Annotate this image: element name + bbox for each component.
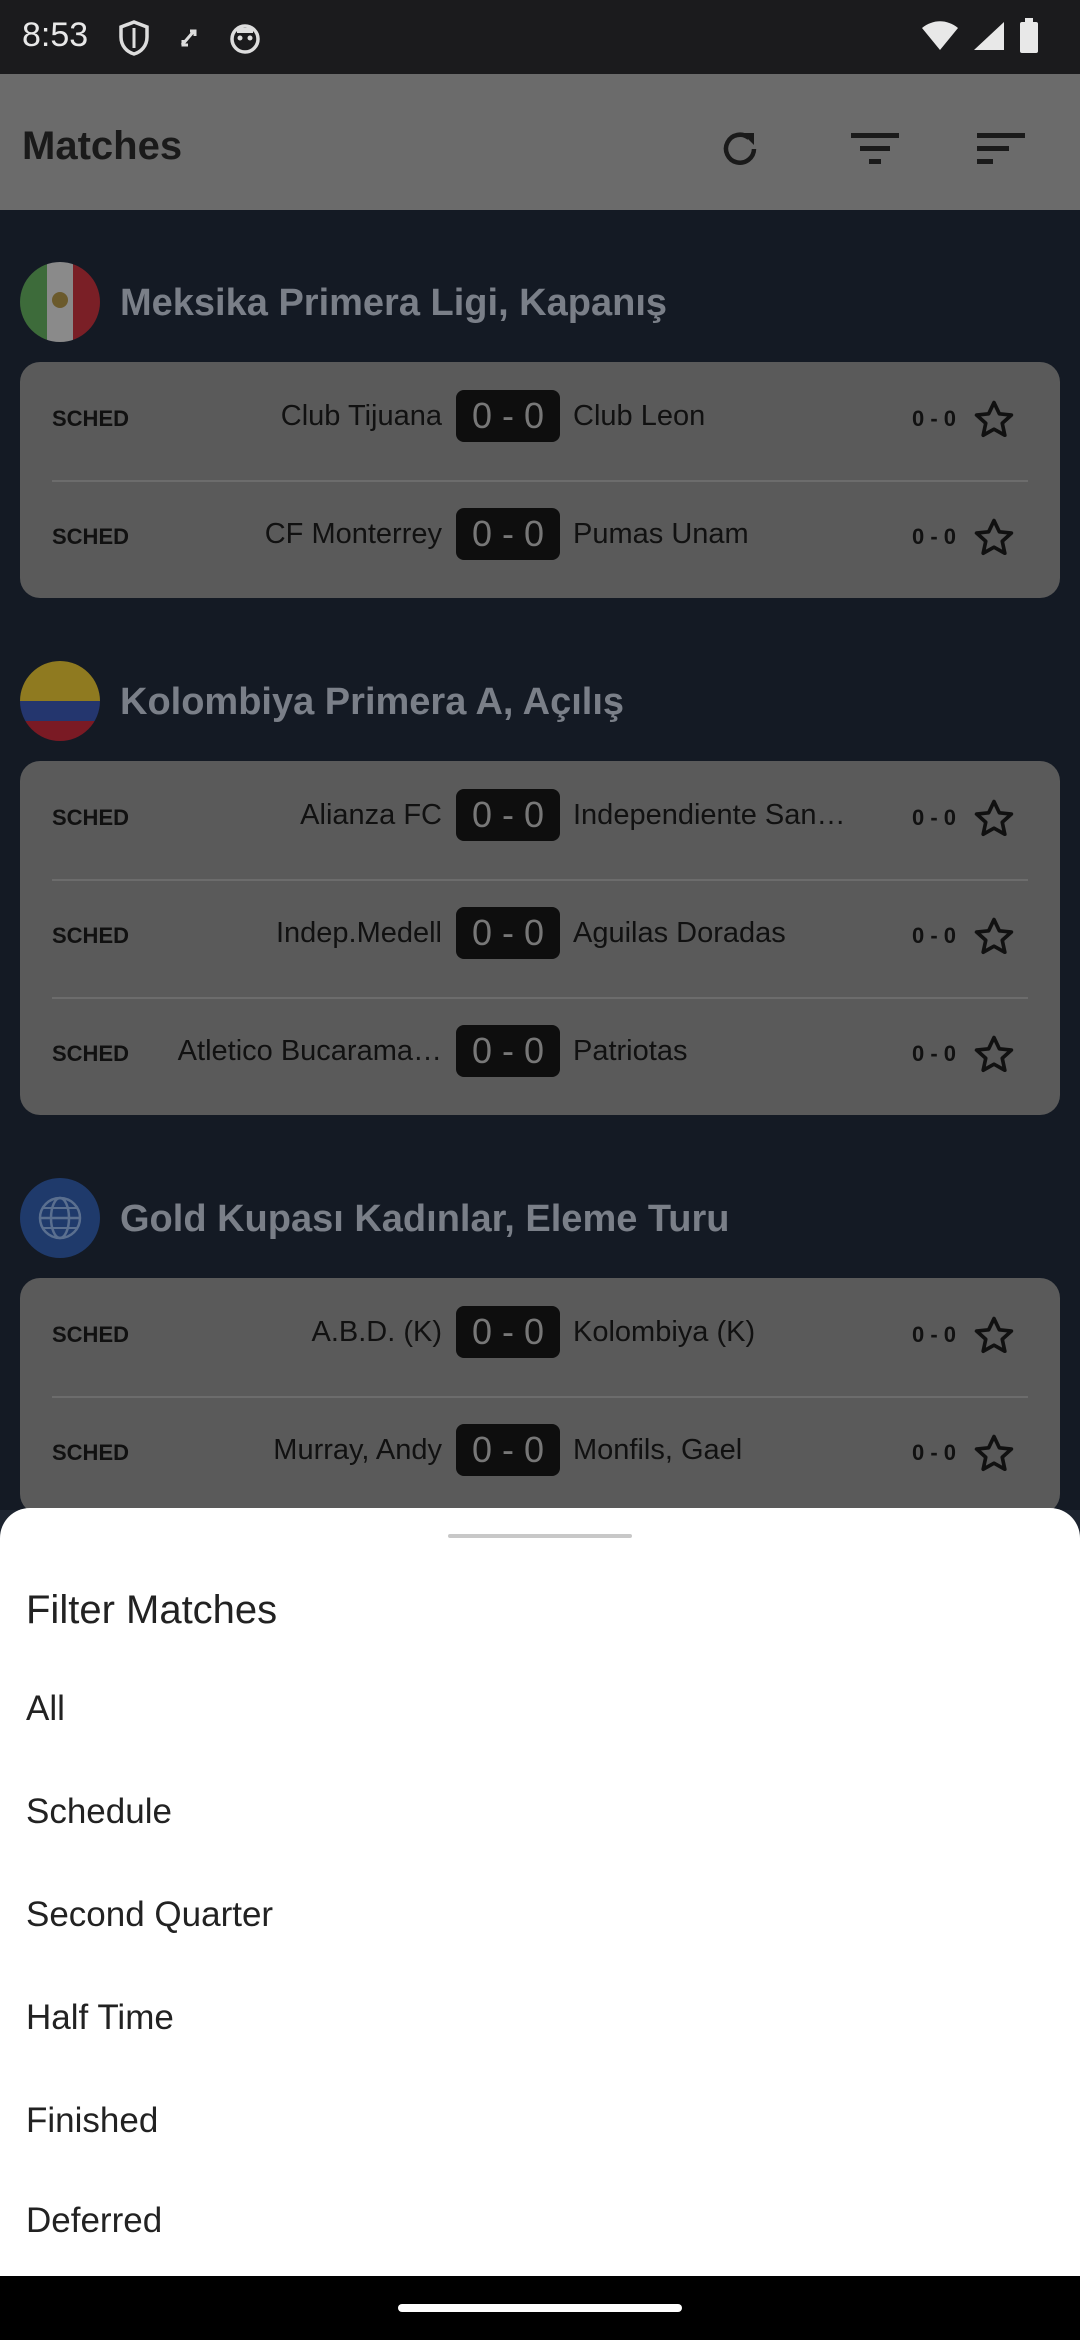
league-name: Meksika Primera Ligi, Kapanış (120, 282, 668, 324)
away-team: Kolombiya (K) (573, 1316, 756, 1348)
sort-icon (977, 133, 1025, 164)
page-title: Matches (22, 124, 183, 168)
score-badge: 0 - 0 (456, 1025, 560, 1077)
app-bar: Matches (0, 74, 1080, 210)
refresh-button[interactable] (705, 114, 775, 184)
match-row[interactable]: SCHED Indep.Medell 0 - 0 Aguilas Doradas… (20, 879, 1060, 997)
mini-score: 0 - 0 (912, 406, 957, 431)
home-team: Atletico Bucarama… (177, 1035, 442, 1067)
score-badge: 0 - 0 (456, 508, 560, 560)
away-team: Independiente San… (573, 799, 846, 831)
shield-icon (119, 20, 149, 56)
home-team: Murray, Andy (273, 1434, 442, 1466)
home-gesture-handle[interactable] (398, 2304, 682, 2312)
navigation-bar (0, 2276, 1080, 2340)
home-team: Indep.Medell (275, 917, 442, 949)
sort-button[interactable] (966, 114, 1036, 184)
filter-option-label: Schedule (26, 1792, 172, 1831)
mini-score: 0 - 0 (912, 1322, 957, 1347)
match-row[interactable]: SCHED Atletico Bucarama… 0 - 0 Patriotas… (20, 997, 1060, 1115)
matches-card: SCHED Club Tijuana 0 - 0 Club Leon 0 - 0… (20, 362, 1060, 598)
match-status: SCHED (52, 406, 130, 431)
league-header[interactable]: Gold Kupası Kadınlar, Eleme Turu (0, 1170, 1080, 1258)
battery-icon (1020, 18, 1038, 53)
filter-option-schedule[interactable]: Schedule (0, 1764, 1080, 1867)
sync-icon (180, 29, 197, 47)
match-row[interactable]: SCHED CF Monterrey 0 - 0 Pumas Unam 0 - … (20, 480, 1060, 598)
away-team: Pumas Unam (573, 518, 749, 550)
away-team: Patriotas (573, 1035, 688, 1067)
score-badge: 0 - 0 (456, 907, 560, 959)
mini-score: 0 - 0 (912, 524, 957, 549)
mini-score: 0 - 0 (912, 923, 957, 948)
star-icon[interactable] (972, 1314, 1016, 1358)
colombia-flag-icon (20, 661, 100, 741)
filter-option-deferred[interactable]: Deferred (0, 2173, 1080, 2276)
status-bar: 8:53 (0, 0, 1080, 74)
league-header[interactable]: Meksika Primera Ligi, Kapanış (0, 254, 1080, 342)
league-section: Meksika Primera Ligi, Kapanış SCHED Club… (0, 254, 1080, 598)
filter-option-label: Deferred (26, 2201, 163, 2240)
home-team: Alianza FC (300, 799, 442, 831)
mexico-flag-icon (20, 262, 100, 342)
match-status: SCHED (52, 1322, 130, 1347)
globe-icon (20, 1178, 100, 1258)
match-status: SCHED (52, 923, 130, 948)
star-icon[interactable] (972, 398, 1016, 442)
league-name: Gold Kupası Kadınlar, Eleme Turu (120, 1198, 730, 1240)
filter-option-label: All (26, 1689, 65, 1728)
filter-option-label: Second Quarter (26, 1895, 274, 1934)
league-header[interactable]: Kolombiya Primera A, Açılış (0, 653, 1080, 741)
match-row[interactable]: SCHED A.B.D. (K) 0 - 0 Kolombiya (K) 0 -… (20, 1278, 1060, 1396)
match-status: SCHED (52, 1041, 130, 1066)
refresh-icon (723, 132, 757, 165)
home-team: Club Tijuana (280, 400, 442, 432)
away-team: Monfils, Gael (573, 1434, 743, 1466)
mini-score: 0 - 0 (912, 1041, 957, 1066)
drag-handle[interactable] (448, 1534, 632, 1538)
league-section: Kolombiya Primera A, Açılış SCHED Alianz… (0, 653, 1080, 1115)
star-icon[interactable] (972, 516, 1016, 560)
match-row[interactable]: SCHED Club Tijuana 0 - 0 Club Leon 0 - 0 (20, 362, 1060, 480)
filter-icon (851, 133, 899, 164)
match-status: SCHED (52, 524, 130, 549)
filter-bottom-sheet: Filter Matches All Schedule Second Quart… (0, 1508, 1080, 2276)
star-icon[interactable] (972, 1033, 1016, 1077)
match-status: SCHED (52, 805, 130, 830)
match-row[interactable]: SCHED Alianza FC 0 - 0 Independiente San… (20, 761, 1060, 879)
league-name: Kolombiya Primera A, Açılış (120, 681, 625, 723)
robot-icon (230, 24, 260, 54)
wifi-icon (922, 21, 958, 50)
score-badge: 0 - 0 (456, 1306, 560, 1358)
mini-score: 0 - 0 (912, 1440, 957, 1465)
home-team: CF Monterrey (264, 518, 442, 550)
signal-icon (974, 22, 1004, 50)
home-team: A.B.D. (K) (311, 1316, 442, 1348)
star-icon[interactable] (972, 797, 1016, 841)
filter-option-second-quarter[interactable]: Second Quarter (0, 1867, 1080, 1970)
league-section: Gold Kupası Kadınlar, Eleme Turu SCHED A… (0, 1170, 1080, 1514)
filter-button[interactable] (840, 114, 910, 184)
filter-option-half-time[interactable]: Half Time (0, 1970, 1080, 2073)
matches-list: Meksika Primera Ligi, Kapanış SCHED Club… (0, 210, 1080, 1514)
away-team: Aguilas Doradas (573, 917, 786, 949)
filter-option-finished[interactable]: Finished (0, 2073, 1080, 2176)
star-icon[interactable] (972, 1432, 1016, 1476)
filter-option-label: Finished (26, 2101, 159, 2140)
status-time: 8:53 (22, 16, 89, 54)
score-badge: 0 - 0 (456, 390, 560, 442)
away-team: Club Leon (573, 400, 706, 432)
match-status: SCHED (52, 1440, 130, 1465)
matches-card: SCHED A.B.D. (K) 0 - 0 Kolombiya (K) 0 -… (20, 1278, 1060, 1514)
score-badge: 0 - 0 (456, 1424, 560, 1476)
star-icon[interactable] (972, 915, 1016, 959)
filter-option-label: Half Time (26, 1998, 174, 2037)
mini-score: 0 - 0 (912, 805, 957, 830)
filter-option-all[interactable]: All (0, 1661, 1080, 1764)
sheet-title: Filter Matches (26, 1588, 278, 1632)
matches-card: SCHED Alianza FC 0 - 0 Independiente San… (20, 761, 1060, 1115)
match-row[interactable]: SCHED Murray, Andy 0 - 0 Monfils, Gael 0… (20, 1396, 1060, 1514)
score-badge: 0 - 0 (456, 789, 560, 841)
